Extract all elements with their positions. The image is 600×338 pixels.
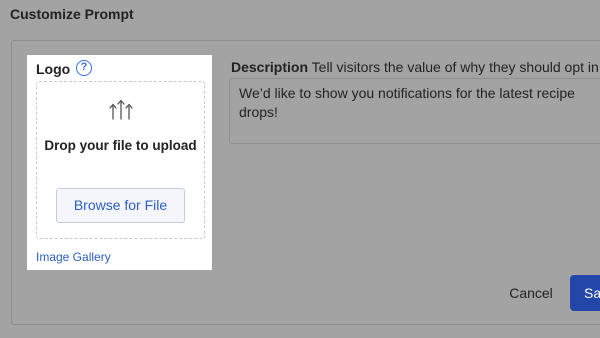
drop-file-text: Drop your file to upload xyxy=(44,138,197,153)
image-gallery-link[interactable]: Image Gallery xyxy=(36,250,111,264)
description-header: Description Tell visitors the value of w… xyxy=(231,59,599,75)
description-label: Description xyxy=(231,59,309,75)
browse-file-button[interactable]: Browse for File xyxy=(56,188,185,223)
description-hint: Tell visitors the value of why they shou… xyxy=(311,59,599,75)
save-button[interactable]: Sa xyxy=(570,275,600,311)
logo-label: Logo xyxy=(36,61,71,77)
file-dropzone[interactable]: Drop your file to upload Browse for File xyxy=(36,81,205,239)
upload-arrows-icon xyxy=(109,99,133,120)
help-icon[interactable]: ? xyxy=(76,60,92,76)
logo-card: Logo ? Drop your file to upload Browse f… xyxy=(27,55,212,270)
cancel-button[interactable]: Cancel xyxy=(500,277,562,309)
page-title: Customize Prompt xyxy=(10,6,134,22)
description-textarea[interactable]: We’d like to show you notifications for … xyxy=(229,78,600,144)
